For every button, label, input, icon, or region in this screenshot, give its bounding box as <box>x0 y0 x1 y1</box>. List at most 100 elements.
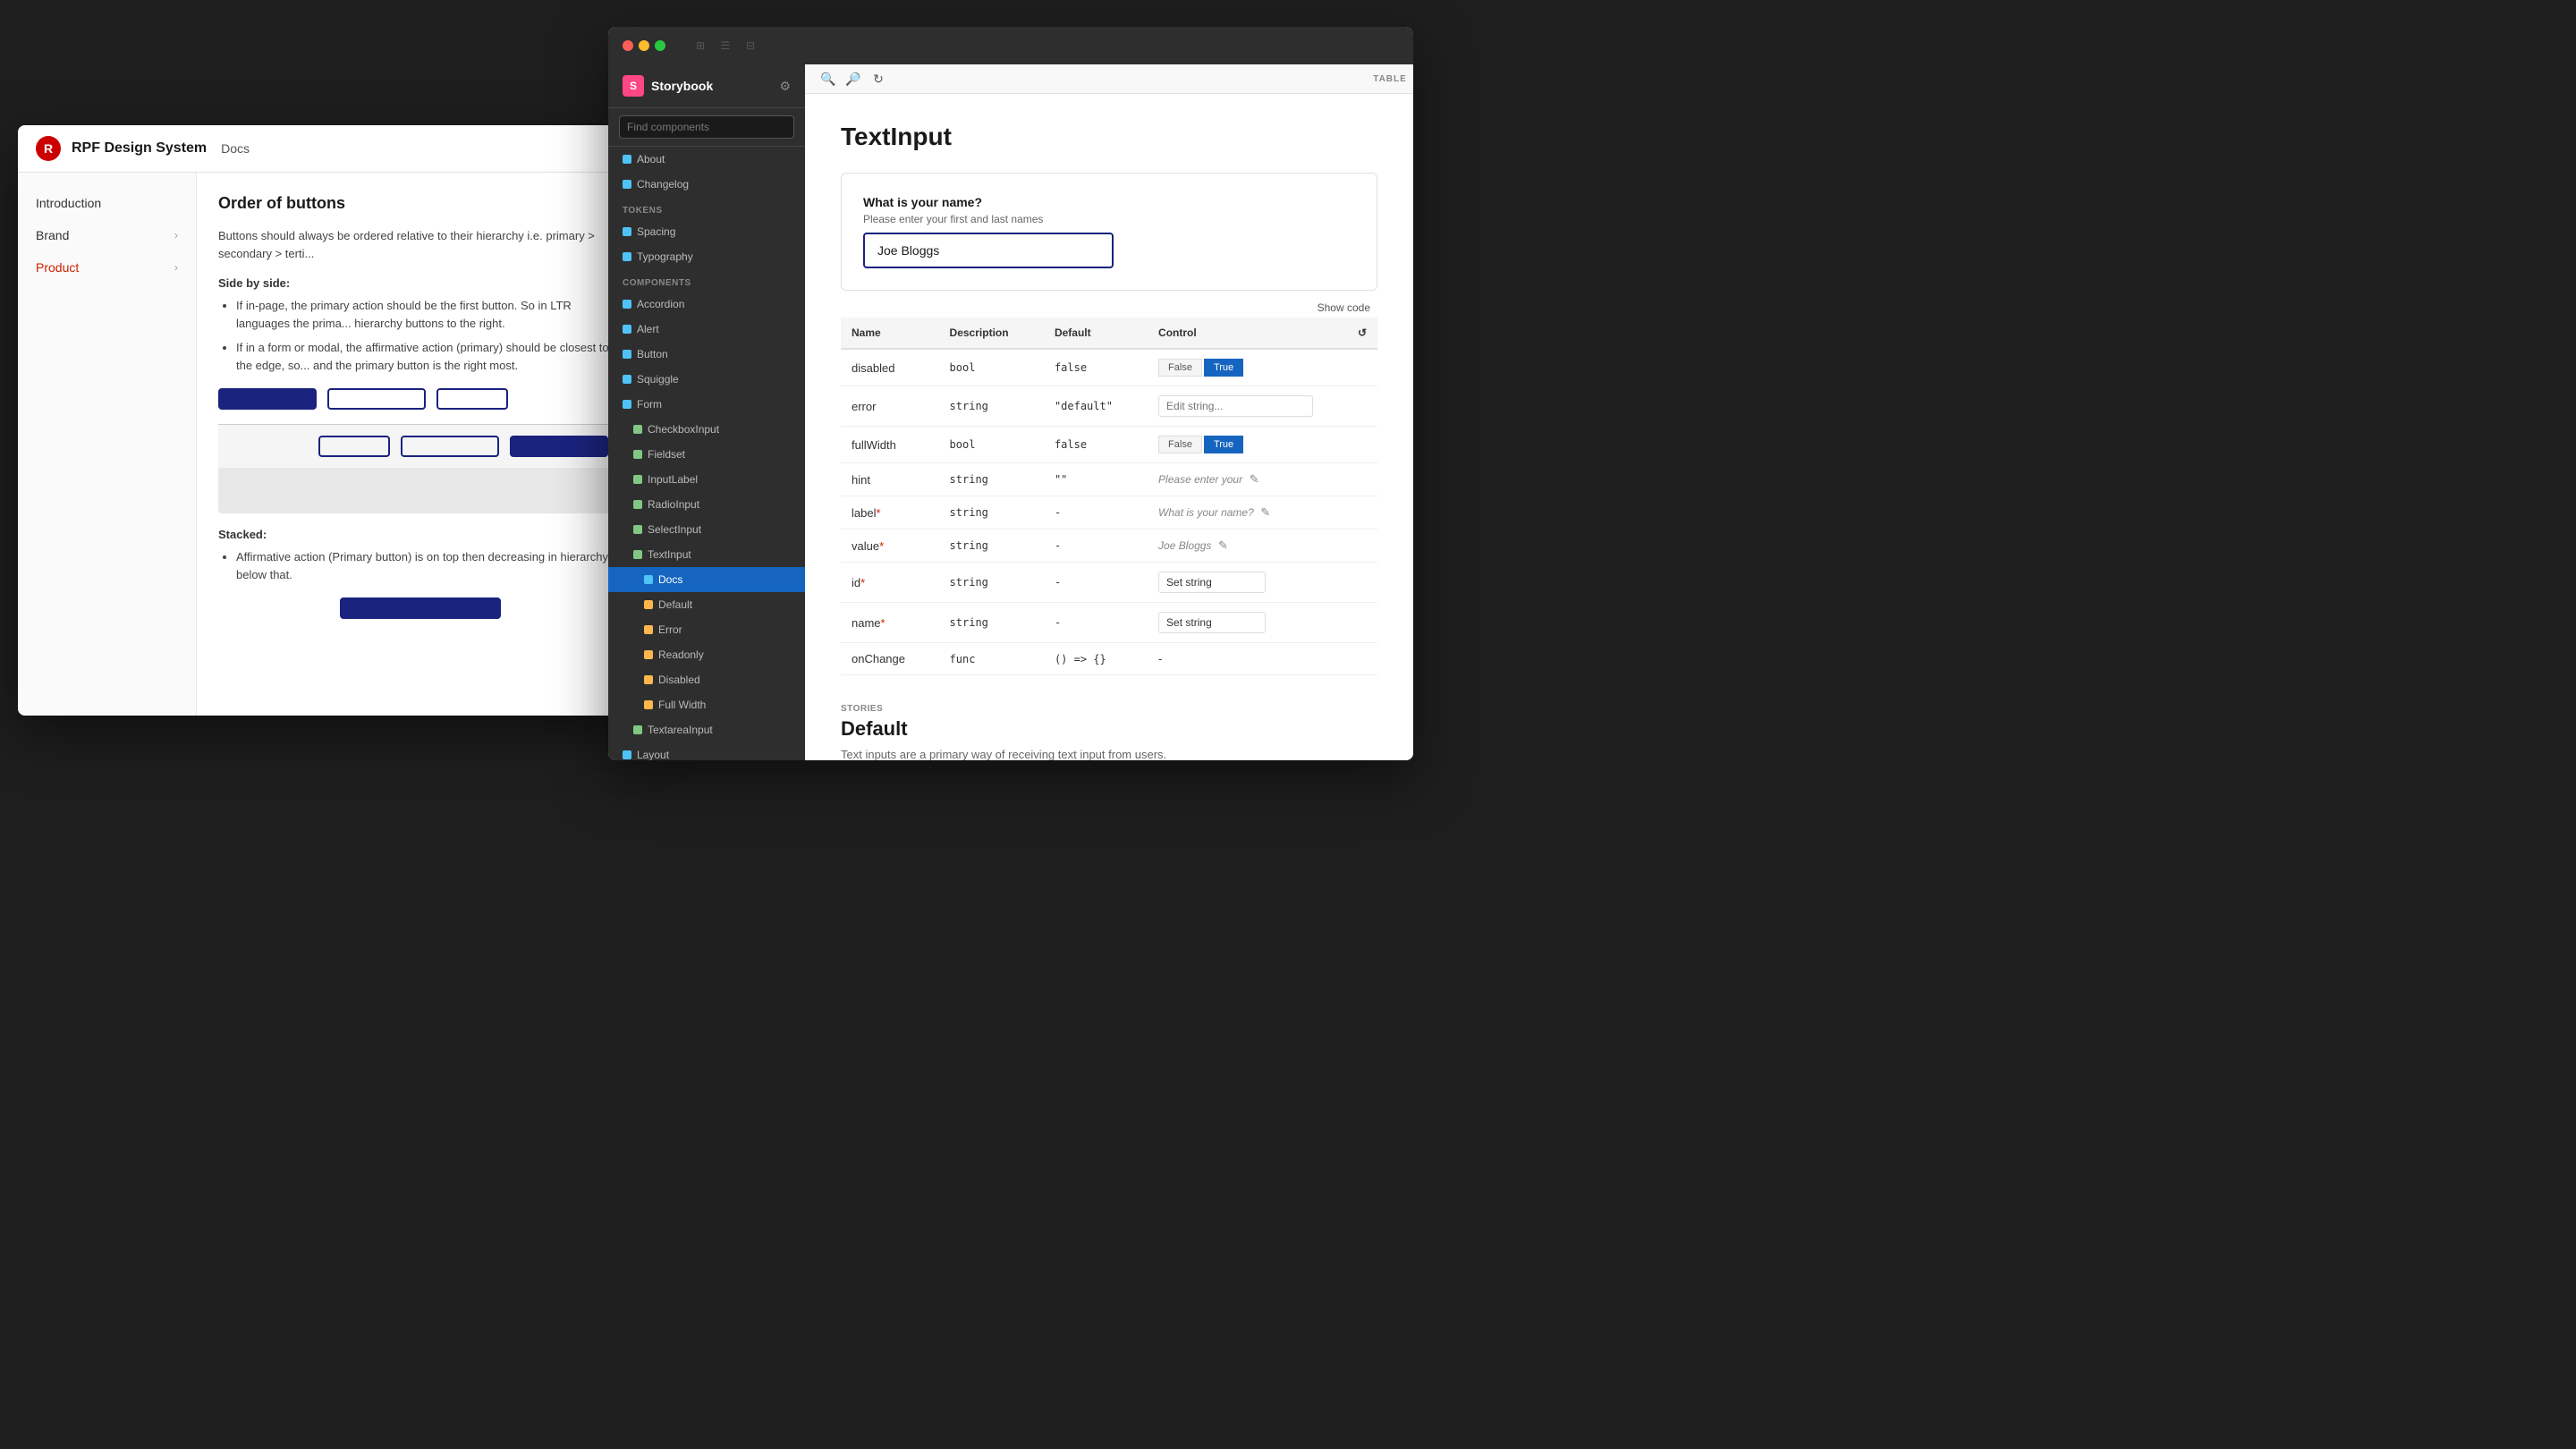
sidebar-label-selectinput: SelectInput <box>648 523 701 536</box>
modal-tertiary-button[interactable] <box>318 436 390 457</box>
stories-section-label: STORIES <box>841 704 1377 714</box>
zoom-out-icon[interactable]: 🔎 <box>844 70 862 88</box>
window-controls <box>623 40 665 51</box>
refresh-icon[interactable]: ↻ <box>869 70 887 88</box>
error-icon <box>644 625 653 634</box>
sidebar-item-form[interactable]: Form <box>608 392 805 417</box>
toggle-false-fullwidth[interactable]: False <box>1158 436 1202 453</box>
list-item-1: If in-page, the primary action should be… <box>236 297 623 332</box>
sidebar-label-accordion: Accordion <box>637 298 684 310</box>
prop-default-fullwidth: false <box>1044 427 1148 463</box>
sidebar-item-squiggle[interactable]: Squiggle <box>608 367 805 392</box>
sidebar-item-label-brand: Brand <box>36 228 69 242</box>
side-by-side-list: If in-page, the primary action should be… <box>236 297 623 374</box>
sidebar-item-error[interactable]: Error <box>608 617 805 642</box>
sidebar-item-fullwidth[interactable]: Full Width <box>608 692 805 717</box>
maximize-window-button[interactable] <box>655 40 665 51</box>
prop-name-label: label* <box>841 496 939 530</box>
error-control-input[interactable] <box>1158 395 1313 417</box>
sidebar-item-button[interactable]: Button <box>608 342 805 367</box>
edit-label-icon[interactable]: ✎ <box>1260 505 1270 519</box>
tertiary-button-1[interactable] <box>436 388 508 410</box>
settings-icon[interactable]: ⚙ <box>779 79 791 94</box>
prop-default-name: - <box>1044 603 1148 643</box>
set-string-id-button[interactable]: Set string <box>1158 572 1266 593</box>
chevron-right-icon: › <box>174 261 178 274</box>
prop-control-fullwidth: False True <box>1148 427 1377 463</box>
sidebar-item-radioinput[interactable]: RadioInput <box>608 492 805 517</box>
disabled-icon <box>644 675 653 684</box>
sidebar-item-textinput[interactable]: TextInput <box>608 542 805 567</box>
rpf-docs-badge: Docs <box>221 141 250 156</box>
sidebar-item-fieldset[interactable]: Fieldset <box>608 442 805 467</box>
prop-name-fullwidth: fullWidth <box>841 427 939 463</box>
find-components-input[interactable] <box>619 115 794 139</box>
textareainput-icon <box>633 725 642 734</box>
preview-input-field[interactable] <box>863 233 1114 268</box>
list-view-icon[interactable]: ☰ <box>716 36 735 55</box>
storybook-logo-icon: S <box>623 75 644 97</box>
rpf-main-content: Order of buttons Buttons should always b… <box>197 173 644 716</box>
prop-name-id: id* <box>841 563 939 603</box>
sidebar-item-textareainput[interactable]: TextareaInput <box>608 717 805 742</box>
stacked-primary-button[interactable] <box>340 597 501 619</box>
sidebar-item-default[interactable]: Default <box>608 592 805 617</box>
toggle-false-disabled[interactable]: False <box>1158 359 1202 377</box>
prop-control-name: Set string <box>1148 603 1377 643</box>
prop-name-onchange: onChange <box>841 643 939 675</box>
chevron-right-icon: › <box>174 229 178 242</box>
prop-default-id: - <box>1044 563 1148 603</box>
alert-icon <box>623 325 631 334</box>
sidebar-label-fieldset: Fieldset <box>648 448 685 461</box>
sidebar-item-label-changelog: Changelog <box>637 178 689 191</box>
prop-desc-hint: string <box>939 463 1044 496</box>
rpf-body: Introduction Brand › Product › Order of … <box>18 173 644 716</box>
primary-button-1[interactable] <box>218 388 317 410</box>
storybook-app-title: Storybook <box>651 79 713 93</box>
sidebar-item-product[interactable]: Product › <box>18 251 196 284</box>
toggle-true-fullwidth[interactable]: True <box>1204 436 1243 453</box>
grid-view-icon[interactable]: ⊞ <box>691 36 710 55</box>
sidebar-item-selectinput[interactable]: SelectInput <box>608 517 805 542</box>
content-section-title: Order of buttons <box>218 194 623 213</box>
table-row: hint string "" Please enter your ✎ <box>841 463 1377 496</box>
sidebar-item-readonly[interactable]: Readonly <box>608 642 805 667</box>
sidebar-item-brand[interactable]: Brand › <box>18 219 196 251</box>
modal-primary-button[interactable] <box>510 436 608 457</box>
edit-value-icon[interactable]: ✎ <box>1218 538 1228 552</box>
sidebar-item-inputlabel[interactable]: InputLabel <box>608 467 805 492</box>
storybook-sidebar: S Storybook ⚙ About Changelog <box>608 64 805 760</box>
sidebar-item-label-introduction: Introduction <box>36 196 101 210</box>
about-icon <box>623 155 631 164</box>
selectinput-icon <box>633 525 642 534</box>
sidebar-item-disabled[interactable]: Disabled <box>608 667 805 692</box>
checkboxinput-icon <box>633 425 642 434</box>
modal-secondary-button[interactable] <box>401 436 499 457</box>
table-row: value* string - Joe Bloggs ✎ <box>841 530 1377 563</box>
reset-controls-icon[interactable]: ↺ <box>1358 326 1367 339</box>
sidebar-item-label-spacing: Spacing <box>637 225 675 238</box>
sidebar-item-docs[interactable]: Docs <box>608 567 805 592</box>
set-string-name-button[interactable]: Set string <box>1158 612 1266 633</box>
sidebar-item-about[interactable]: About <box>608 147 805 172</box>
value-control-text: Joe Bloggs <box>1158 539 1211 552</box>
sidebar-item-spacing[interactable]: Spacing <box>608 219 805 244</box>
prop-desc-fullwidth: bool <box>939 427 1044 463</box>
sidebar-item-changelog[interactable]: Changelog <box>608 172 805 197</box>
panel-view-icon[interactable]: ⊟ <box>741 36 760 55</box>
toggle-true-disabled[interactable]: True <box>1204 359 1243 377</box>
edit-hint-icon[interactable]: ✎ <box>1250 472 1259 486</box>
sidebar-item-checkboxinput[interactable]: CheckboxInput <box>608 417 805 442</box>
sidebar-item-typography[interactable]: Typography <box>608 244 805 269</box>
sidebar-item-introduction[interactable]: Introduction <box>18 187 196 219</box>
sidebar-item-alert[interactable]: Alert <box>608 317 805 342</box>
sidebar-item-layout[interactable]: Layout <box>608 742 805 760</box>
sidebar-item-accordion[interactable]: Accordion <box>608 292 805 317</box>
close-window-button[interactable] <box>623 40 633 51</box>
secondary-button-1[interactable] <box>327 388 426 410</box>
zoom-in-icon[interactable]: 🔍 <box>819 70 837 88</box>
prop-control-onchange: - <box>1148 643 1377 675</box>
minimize-window-button[interactable] <box>639 40 649 51</box>
button-row-1 <box>218 388 623 410</box>
show-code-button[interactable]: Show code <box>1310 298 1377 318</box>
